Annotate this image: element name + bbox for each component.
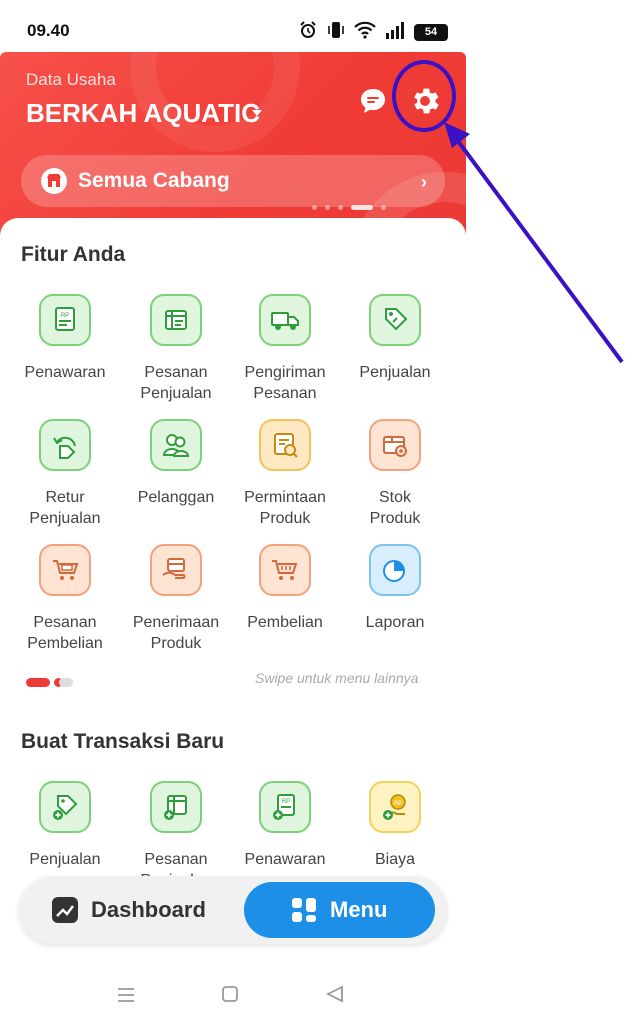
product-receipt-icon xyxy=(150,544,202,596)
nav-menu-button[interactable]: Menu xyxy=(244,882,435,938)
swipe-hint: Swipe untuk menu lainnya xyxy=(255,670,419,686)
new-sale-icon xyxy=(39,781,91,833)
nav-dashboard-label: Dashboard xyxy=(91,897,206,922)
feature-label: Retur Penjualan xyxy=(29,489,101,527)
grid-menu-icon xyxy=(292,898,316,922)
product-request-icon xyxy=(259,419,311,471)
new-expense-icon: RP xyxy=(369,781,421,833)
feature-permintaan-produk[interactable]: Permintaan Produk xyxy=(230,419,340,529)
transaction-label: Biaya xyxy=(374,851,416,868)
feature-label: Penjualan xyxy=(359,364,431,381)
feature-laporan[interactable]: Laporan xyxy=(340,544,450,633)
delivery-truck-icon xyxy=(259,294,311,346)
nav-menu-label: Menu xyxy=(330,897,388,922)
price-tag-icon xyxy=(369,294,421,346)
feature-penerimaan-produk[interactable]: Penerimaan Produk xyxy=(121,544,231,654)
feature-pesanan-penjualan[interactable]: Pesanan Penjualan xyxy=(121,294,231,404)
feature-label: Pesanan Pembelian xyxy=(27,614,103,652)
nav-dashboard-button[interactable]: Dashboard xyxy=(51,896,206,924)
dashboard-chart-icon xyxy=(52,897,78,923)
section-title-new-transaction: Buat Transaksi Baru xyxy=(21,730,225,753)
home-icon[interactable] xyxy=(222,986,238,1002)
feature-label: Laporan xyxy=(365,614,425,631)
feature-label: Pembelian xyxy=(247,614,323,631)
feature-label: Penawaran xyxy=(24,364,106,381)
new-penawaran[interactable]: RP Penawaran xyxy=(230,781,340,870)
quotation-icon: RP xyxy=(39,294,91,346)
section-title-features: Fitur Anda xyxy=(21,243,126,266)
new-quotation-icon: RP xyxy=(259,781,311,833)
feature-pengiriman-pesanan[interactable]: Pengiriman Pesanan xyxy=(230,294,340,404)
sales-order-icon xyxy=(150,294,202,346)
feature-label: Penerimaan Produk xyxy=(132,614,220,652)
recent-apps-icon[interactable] xyxy=(118,988,134,1002)
new-biaya[interactable]: RP Biaya xyxy=(340,781,450,870)
feature-label: Pengiriman Pesanan xyxy=(244,364,326,402)
product-stock-icon xyxy=(369,419,421,471)
bottom-navigation: Dashboard Menu xyxy=(19,876,447,944)
new-penjualan[interactable]: Penjualan xyxy=(10,781,120,870)
feature-pager xyxy=(26,678,73,687)
feature-penjualan[interactable]: Penjualan xyxy=(340,294,450,383)
customers-icon xyxy=(150,419,202,471)
feature-pesanan-pembelian[interactable]: Pesanan Pembelian xyxy=(10,544,120,654)
pie-chart-icon xyxy=(369,544,421,596)
new-pesanan-penjualan[interactable]: Pesanan Penjualan xyxy=(121,781,231,891)
feature-label: Stok Produk xyxy=(369,489,421,527)
feature-penawaran[interactable]: RP Penawaran xyxy=(10,294,120,383)
new-sales-order-icon xyxy=(150,781,202,833)
feature-pelanggan[interactable]: Pelanggan xyxy=(121,419,231,508)
feature-label: Permintaan Produk xyxy=(244,489,326,527)
feature-label: Pelanggan xyxy=(137,489,215,506)
feature-stok-produk[interactable]: Stok Produk xyxy=(340,419,450,529)
transaction-label: Penawaran xyxy=(244,851,326,868)
purchase-order-icon xyxy=(39,544,91,596)
transaction-label: Penjualan xyxy=(29,851,101,868)
svg-text:RP: RP xyxy=(282,799,290,805)
feature-label: Pesanan Penjualan xyxy=(140,364,212,402)
feature-pembelian[interactable]: Pembelian xyxy=(230,544,340,633)
feature-retur-penjualan[interactable]: Retur Penjualan xyxy=(10,419,120,529)
shopping-cart-icon xyxy=(259,544,311,596)
svg-text:RP: RP xyxy=(61,313,69,319)
back-icon[interactable] xyxy=(325,985,343,1003)
system-navigation-bar xyxy=(0,976,625,1024)
svg-text:RP: RP xyxy=(394,801,402,807)
sales-return-icon xyxy=(39,419,91,471)
